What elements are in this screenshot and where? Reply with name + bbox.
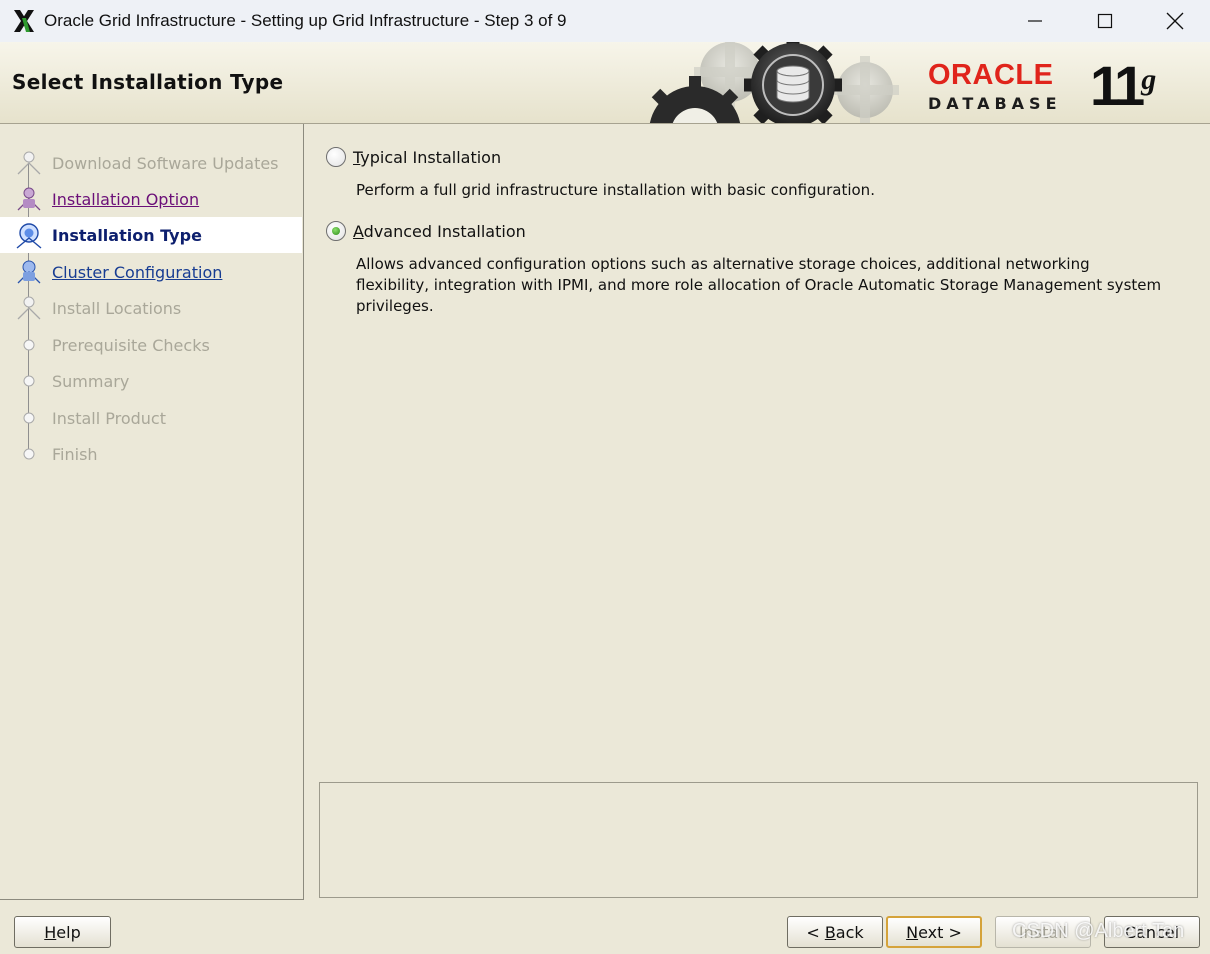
title-bar: Oracle Grid Infrastructure - Setting up … [0, 0, 1210, 42]
installer-window: Oracle Grid Infrastructure - Setting up … [0, 0, 1210, 954]
cancel-button[interactable]: Cancel [1104, 916, 1200, 948]
advanced-installation-description: Allows advanced configuration options su… [356, 255, 1162, 315]
version-number: 11 [1090, 54, 1145, 117]
back-button[interactable]: < Back [787, 916, 883, 948]
step-install-product: Install Product [0, 400, 302, 436]
step-label: Prerequisite Checks [52, 335, 210, 355]
step-label: Installation Type [52, 225, 202, 245]
oracle-wordmark: ORACLE [928, 59, 1054, 91]
version-suffix: g [1141, 63, 1157, 96]
step-label[interactable]: Cluster Configuration [52, 263, 222, 282]
step-figure-current-icon [14, 220, 44, 250]
step-circle-icon [14, 439, 44, 469]
step-circle-icon [14, 403, 44, 433]
advanced-installation-label[interactable]: Advanced Installation [353, 222, 526, 241]
step-install-locations: Install Locations [0, 290, 302, 326]
step-installation-option[interactable]: Installation Option [0, 181, 302, 217]
typical-installation-option[interactable]: Typical Installation [326, 147, 501, 167]
page-title: Select Installation Type [12, 70, 284, 94]
step-label: Summary [52, 371, 130, 391]
minimize-button[interactable] [1000, 0, 1070, 42]
step-figure-link-icon [14, 257, 44, 287]
step-figure-icon [14, 293, 44, 323]
step-label: Finish [52, 444, 98, 464]
typical-installation-radio[interactable] [326, 147, 346, 167]
radio-selected-dot [332, 227, 340, 235]
step-figure-icon [14, 148, 44, 178]
step-prerequisite-checks: Prerequisite Checks [0, 327, 302, 363]
message-pane [319, 782, 1198, 898]
advanced-installation-radio[interactable] [326, 221, 346, 241]
step-finish: Finish [0, 436, 302, 472]
version-logo: 11g [1090, 56, 1156, 116]
next-button[interactable]: Next > [886, 916, 982, 948]
install-button: Install [995, 916, 1091, 948]
help-button[interactable]: Help [14, 916, 111, 948]
close-button[interactable] [1140, 0, 1210, 42]
typical-installation-description: Perform a full grid infrastructure insta… [356, 181, 875, 199]
header-banner: Select Installation Type ORACLE DATABASE… [0, 42, 1210, 124]
step-summary: Summary [0, 363, 302, 399]
maximize-icon [1097, 13, 1113, 29]
step-installation-type[interactable]: Installation Type [0, 217, 302, 253]
step-label[interactable]: Installation Option [52, 190, 199, 209]
step-label: Download Software Updates [52, 153, 279, 173]
step-download-software-updates: Download Software Updates [0, 145, 302, 181]
minimize-icon [1028, 20, 1042, 22]
typical-installation-label[interactable]: Typical Installation [353, 148, 501, 167]
step-figure-done-icon [14, 184, 44, 214]
maximize-button[interactable] [1070, 0, 1140, 42]
gears-database-icon [649, 42, 899, 123]
main-content: Typical Installation Perform a full grid… [304, 124, 1210, 900]
database-wordmark: DATABASE [928, 94, 1062, 113]
x-app-icon [10, 7, 38, 35]
step-circle-icon [14, 330, 44, 360]
oracle-database-logo: ORACLE DATABASE [928, 60, 1062, 113]
steps-navigation: Download Software Updates Installation O… [0, 124, 304, 900]
advanced-installation-option[interactable]: Advanced Installation [326, 221, 526, 241]
step-circle-icon [14, 366, 44, 396]
step-cluster-configuration[interactable]: Cluster Configuration [0, 254, 302, 290]
window-title: Oracle Grid Infrastructure - Setting up … [44, 11, 567, 30]
close-icon [1166, 12, 1184, 30]
step-label: Install Locations [52, 298, 182, 318]
step-label: Install Product [52, 408, 166, 428]
